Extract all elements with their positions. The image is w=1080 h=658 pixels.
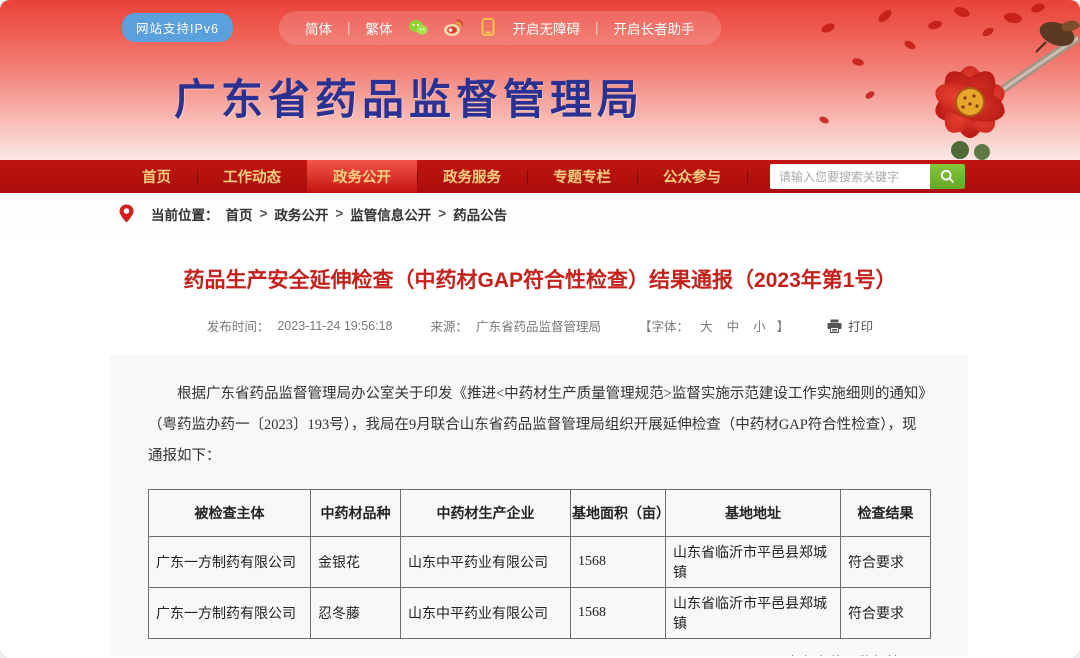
print-button[interactable]: 打印 xyxy=(827,316,873,335)
font-size-label-close: 】 xyxy=(777,316,790,335)
breadcrumb-gov-disclosure[interactable]: 政务公开 xyxy=(274,204,328,224)
cell-base-address: 山东省临沂市平邑县郑城镇 xyxy=(666,537,841,588)
printer-icon xyxy=(827,319,842,333)
nav-item-work-news[interactable]: 工作动态 xyxy=(197,160,307,193)
cell-base-address: 山东省临沂市平邑县郑城镇 xyxy=(666,588,841,639)
col-inspected-entity: 被检查主体 xyxy=(149,490,311,537)
top-utility-bar: 网站支持IPv6 简体 | 繁体 xyxy=(0,0,1080,55)
pill-divider: | xyxy=(595,20,599,35)
table-row: 广东一方制药有限公司 金银花 山东中平药业有限公司 1568 山东省临沂市平邑县… xyxy=(149,537,931,588)
col-base-address: 基地地址 xyxy=(666,490,841,537)
nav-item-gov-services[interactable]: 政务服务 xyxy=(417,160,527,193)
simplified-chinese-link[interactable]: 简体 xyxy=(305,18,332,38)
breadcrumb-separator: > xyxy=(260,206,268,221)
cell-herb-variety: 金银花 xyxy=(311,537,401,588)
article-paragraph: 根据广东省药品监督管理局办公室关于印发《推进<中药材生产质量管理规范>监督实施示… xyxy=(148,379,930,472)
inspection-results-table: 被检查主体 中药材品种 中药材生产企业 基地面积（亩） 基地地址 检查结果 广东… xyxy=(148,489,931,639)
mobile-phone-icon[interactable] xyxy=(478,18,498,38)
elder-helper-toggle[interactable]: 开启长者助手 xyxy=(614,18,695,38)
traditional-chinese-link[interactable]: 繁体 xyxy=(366,18,393,38)
page: 网站支持IPv6 简体 | 繁体 xyxy=(0,0,1080,658)
site-header: 网站支持IPv6 简体 | 繁体 xyxy=(0,0,1080,160)
table-header-row: 被检查主体 中药材品种 中药材生产企业 基地面积（亩） 基地地址 检查结果 xyxy=(149,490,931,537)
issuing-authority-signature: 广东省药品监督管理局 xyxy=(148,652,930,656)
source-value: 广东省药品监督管理局 xyxy=(476,316,601,335)
font-size-small-button[interactable]: 小 xyxy=(753,316,766,335)
publish-time-label: 发布时间： xyxy=(207,316,270,335)
cell-base-area: 1568 xyxy=(571,537,666,588)
font-size-medium-button[interactable]: 中 xyxy=(727,316,740,335)
publish-time-value: 2023-11-24 19:56:18 xyxy=(277,319,392,333)
print-label: 打印 xyxy=(848,316,873,335)
col-herb-variety: 中药材品种 xyxy=(311,490,401,537)
col-producer: 中药材生产企业 xyxy=(401,490,571,537)
nav-item-home[interactable]: 首页 xyxy=(116,160,197,193)
col-base-area: 基地面积（亩） xyxy=(571,490,666,537)
font-size-large-button[interactable]: 大 xyxy=(700,316,713,335)
site-search xyxy=(770,164,965,189)
cell-result: 符合要求 xyxy=(841,537,931,588)
breadcrumb-drug-announcements[interactable]: 药品公告 xyxy=(453,204,507,224)
cell-producer: 山东中平药业有限公司 xyxy=(401,588,571,639)
cell-base-area: 1568 xyxy=(571,588,666,639)
source-label: 来源： xyxy=(431,316,469,335)
nav-item-special-topics[interactable]: 专题专栏 xyxy=(527,160,637,193)
site-title: 广东省药品监督管理局 xyxy=(174,66,644,127)
nav-item-gov-disclosure[interactable]: 政务公开 xyxy=(307,160,417,193)
article-body-panel: 根据广东省药品监督管理局办公室关于印发《推进<中药材生产质量管理规范>监督实施示… xyxy=(110,355,968,656)
main-navigation: 首页 工作动态 政务公开 政务服务 专题专栏 公众参与 科普宣传 xyxy=(0,160,1080,193)
article-title: 药品生产安全延伸检查（中药材GAP符合性检查）结果通报（2023年第1号） xyxy=(0,264,1080,294)
breadcrumb-separator: > xyxy=(438,206,446,221)
cell-inspected-entity: 广东一方制药有限公司 xyxy=(149,588,311,639)
search-input[interactable] xyxy=(770,164,930,189)
cell-herb-variety: 忍冬藤 xyxy=(311,588,401,639)
location-pin-icon xyxy=(119,204,134,223)
accessibility-toggle[interactable]: 开启无障碍 xyxy=(513,18,581,38)
ipv6-badge: 网站支持IPv6 xyxy=(122,13,233,42)
breadcrumb: 当前位置： 首页 > 政务公开 > 监管信息公开 > 药品公告 xyxy=(0,193,1080,234)
quick-links-pill: 简体 | 繁体 xyxy=(279,11,721,45)
cell-producer: 山东中平药业有限公司 xyxy=(401,537,571,588)
cell-inspected-entity: 广东一方制药有限公司 xyxy=(149,537,311,588)
breadcrumb-regulatory-info[interactable]: 监管信息公开 xyxy=(350,204,431,224)
col-result: 检查结果 xyxy=(841,490,931,537)
breadcrumb-prefix: 当前位置： xyxy=(151,204,219,224)
breadcrumb-home[interactable]: 首页 xyxy=(226,204,253,224)
font-size-label-open: 【字体： xyxy=(639,316,689,335)
search-icon xyxy=(940,169,955,184)
table-row: 广东一方制药有限公司 忍冬藤 山东中平药业有限公司 1568 山东省临沂市平邑县… xyxy=(149,588,931,639)
cell-result: 符合要求 xyxy=(841,588,931,639)
weibo-icon[interactable] xyxy=(443,18,463,38)
article-meta: 发布时间： 2023-11-24 19:56:18 来源： 广东省药品监督管理局… xyxy=(0,316,1080,335)
search-button[interactable] xyxy=(930,164,965,189)
breadcrumb-separator: > xyxy=(335,206,343,221)
nav-item-public-participation[interactable]: 公众参与 xyxy=(637,160,747,193)
pill-divider: | xyxy=(347,20,351,35)
wechat-icon[interactable] xyxy=(408,18,428,38)
